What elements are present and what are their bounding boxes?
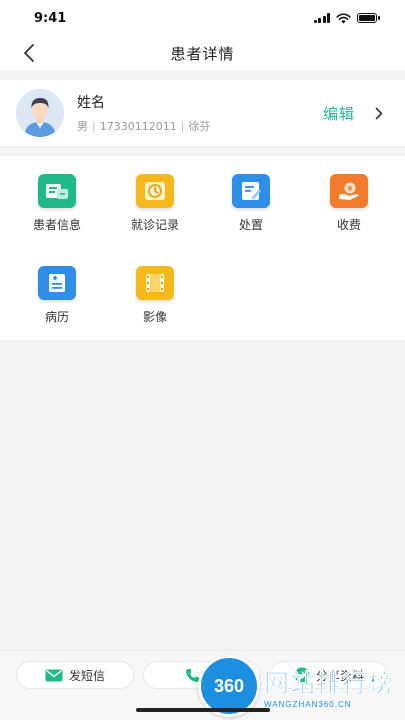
grid-item-charge[interactable]: 收费: [304, 174, 394, 233]
patient-info-icon: [38, 174, 76, 208]
page-title: 患者详情: [170, 44, 235, 63]
meta-separator: |: [180, 120, 185, 133]
chevron-right-icon: [375, 107, 383, 119]
meta-separator: |: [92, 120, 96, 133]
wifi-icon: [336, 12, 351, 23]
back-button[interactable]: [18, 42, 40, 64]
grid-label: 收费: [336, 218, 361, 232]
grid-item-imaging[interactable]: 影像: [110, 266, 200, 325]
share-button[interactable]: 分享资料: [270, 661, 388, 689]
grid-item-treatment[interactable]: 处置: [206, 174, 296, 233]
status-bar: 9:41: [0, 0, 405, 36]
grid-label: 患者信息: [32, 218, 81, 232]
send-sms-button[interactable]: 发短信: [16, 661, 134, 689]
function-grid: 患者信息 就诊记录 处置 收费 病历 影像: [0, 156, 405, 340]
treatment-icon: [232, 174, 270, 208]
grid-label: 就诊记录: [130, 218, 179, 232]
grid-label: 病历: [44, 310, 69, 324]
grid-item-visit-record[interactable]: 就诊记录: [110, 174, 200, 233]
send-sms-label: 发短信: [68, 668, 105, 683]
grid-item-patient-info[interactable]: 患者信息: [12, 174, 102, 233]
phone-icon: [186, 668, 200, 682]
charge-icon: [330, 174, 368, 208]
profile-info: 姓名 男 | 17330112011 | 徐芬: [77, 92, 323, 134]
chevron-left-icon: [24, 44, 34, 62]
call-button[interactable]: 打: [143, 661, 261, 689]
medical-record-icon: [38, 266, 76, 300]
call-label: 打: [206, 668, 219, 683]
status-time: 9:41: [34, 10, 67, 26]
battery-icon: [357, 13, 380, 23]
nav-bar: 患者详情: [0, 36, 405, 70]
patient-phone: 17330112011: [99, 120, 177, 133]
grid-item-medical-record[interactable]: 病历: [12, 266, 102, 325]
patient-doctor: 徐芬: [188, 120, 211, 133]
profile-detail-chevron[interactable]: [375, 105, 387, 121]
patient-profile-card[interactable]: 姓名 男 | 17330112011 | 徐芬 编辑: [0, 80, 405, 146]
edit-button[interactable]: 编辑: [323, 103, 355, 124]
patient-name: 姓名: [77, 95, 105, 111]
visit-record-icon: [136, 174, 174, 208]
patient-meta: 男 | 17330112011 | 徐芬: [77, 118, 323, 134]
signal-icon: [313, 13, 330, 23]
grid-label: 影像: [142, 310, 167, 324]
status-icons: [313, 12, 380, 24]
patient-gender: 男: [77, 120, 88, 133]
avatar: [16, 89, 64, 137]
grid-label: 处置: [238, 218, 263, 232]
envelope-icon: [45, 669, 63, 681]
user-avatar-icon: [16, 89, 64, 137]
home-indicator: [136, 708, 270, 712]
imaging-icon: [136, 266, 174, 300]
share-label: 分享资料: [315, 668, 364, 683]
share-icon: [294, 667, 310, 683]
